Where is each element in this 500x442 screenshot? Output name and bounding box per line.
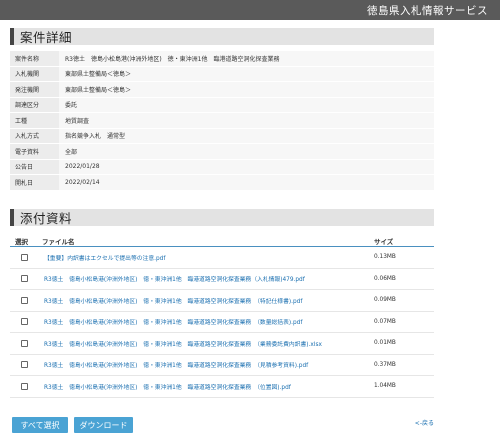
file-link[interactable]: R3徳土 徳島小松島港(沖洲外地区) 徳・東沖洲1他 臨港道路空洞化探査業務 （… bbox=[30, 382, 372, 391]
detail-label: 発注機関 bbox=[10, 82, 59, 97]
file-checkbox[interactable] bbox=[20, 296, 28, 304]
file-link[interactable]: R3徳土 徳島小松島港(沖洲外地区) 徳・東沖洲1他 臨港道路空洞化探査業務（入… bbox=[30, 274, 372, 283]
detail-row: 公告日 2022/01/28 bbox=[10, 159, 434, 175]
section-marker bbox=[10, 209, 14, 226]
header-select: 選択 bbox=[15, 237, 28, 246]
file-checkbox[interactable] bbox=[20, 253, 28, 261]
detail-label: 案件名称 bbox=[10, 51, 59, 66]
back-link[interactable]: <-戻る bbox=[415, 418, 434, 427]
file-size: 0.13MB bbox=[374, 254, 396, 261]
download-button[interactable]: ダウンロード bbox=[74, 417, 133, 433]
file-size: 0.37MB bbox=[374, 361, 396, 368]
file-link[interactable]: R3徳土 徳島小松島港(沖洲外地区) 徳・東沖洲1他 臨港道路空洞化探査業務 （… bbox=[30, 360, 372, 369]
detail-section-title: 案件詳細 bbox=[20, 30, 73, 45]
detail-row: 電子資料 全部 bbox=[10, 144, 434, 160]
detail-value: 委託 bbox=[59, 97, 434, 112]
file-checkbox[interactable] bbox=[20, 382, 28, 390]
detail-value: 2022/01/28 bbox=[59, 159, 434, 174]
detail-label: 公告日 bbox=[10, 159, 59, 174]
detail-row: 案件名称 R3徳土 徳島小松島港(沖洲外地区) 徳・東沖洲1他 臨港道路空洞化探… bbox=[10, 51, 434, 67]
detail-row: 入札機関 東部県土整備局＜徳島＞ bbox=[10, 66, 434, 82]
file-row: R3徳土 徳島小松島港(沖洲外地区) 徳・東沖洲1他 臨港道路空洞化探査業務 （… bbox=[10, 333, 434, 355]
file-link[interactable]: 【重要】内訳書はエクセルで提出等の注意.pdf bbox=[30, 253, 372, 262]
select-all-button[interactable]: すべて選択 bbox=[12, 417, 68, 433]
detail-table: 案件名称 R3徳土 徳島小松島港(沖洲外地区) 徳・東沖洲1他 臨港道路空洞化探… bbox=[10, 51, 434, 191]
file-size: 0.01MB bbox=[374, 340, 396, 347]
file-checkbox[interactable] bbox=[20, 361, 28, 369]
file-row: R3徳土 徳島小松島港(沖洲外地区) 徳・東沖洲1他 臨港道路空洞化探査業務 （… bbox=[10, 355, 434, 376]
top-bar: 徳島県入札情報サービス bbox=[0, 0, 500, 20]
file-link[interactable]: R3徳土 徳島小松島港(沖洲外地区) 徳・東沖洲1他 臨港道路空洞化探査業務 （… bbox=[30, 339, 372, 348]
file-size: 1.04MB bbox=[374, 383, 396, 390]
detail-row: 調達区分 委託 bbox=[10, 97, 434, 113]
file-checkbox[interactable] bbox=[20, 339, 28, 347]
file-row: R3徳土 徳島小松島港(沖洲外地区) 徳・東沖洲1他 臨港道路空洞化探査業務 （… bbox=[10, 290, 434, 312]
site-title: 徳島県入札情報サービス bbox=[367, 5, 488, 17]
attachments-section-title: 添付資料 bbox=[20, 211, 73, 226]
detail-row: 発注機関 東部県土整備局＜徳島＞ bbox=[10, 82, 434, 98]
header-filename: ファイル名 bbox=[42, 237, 75, 246]
detail-value: 2022/02/14 bbox=[59, 175, 434, 190]
detail-value: R3徳土 徳島小松島港(沖洲外地区) 徳・東沖洲1他 臨港道路空洞化探査業務 bbox=[59, 51, 434, 66]
file-link[interactable]: R3徳土 徳島小松島港(沖洲外地区) 徳・東沖洲1他 臨港道路空洞化探査業務 （… bbox=[30, 296, 372, 305]
detail-label: 工種 bbox=[10, 113, 59, 128]
detail-label: 開札日 bbox=[10, 175, 59, 190]
file-row: R3徳土 徳島小松島港(沖洲外地区) 徳・東沖洲1他 臨港道路空洞化探査業務（入… bbox=[10, 269, 434, 290]
file-row: R3徳土 徳島小松島港(沖洲外地区) 徳・東沖洲1他 臨港道路空洞化探査業務 （… bbox=[10, 312, 434, 333]
detail-value: 東部県土整備局＜徳島＞ bbox=[59, 82, 434, 97]
file-row: R3徳土 徳島小松島港(沖洲外地区) 徳・東沖洲1他 臨港道路空洞化探査業務 （… bbox=[10, 376, 434, 398]
table-header: 選択 ファイル名 サイズ bbox=[10, 235, 434, 247]
section-marker bbox=[10, 28, 14, 45]
file-checkbox[interactable] bbox=[20, 275, 28, 283]
detail-row: 工種 地質調査 bbox=[10, 113, 434, 129]
detail-label: 調達区分 bbox=[10, 97, 59, 112]
attachments-section-header: 添付資料 bbox=[10, 209, 434, 226]
detail-value: 東部県土整備局＜徳島＞ bbox=[59, 66, 434, 81]
header-size: サイズ bbox=[374, 237, 394, 246]
file-size: 0.09MB bbox=[374, 297, 396, 304]
detail-value: 全部 bbox=[59, 144, 434, 159]
detail-value: 地質調査 bbox=[59, 113, 434, 128]
detail-value: 指名競争入札 通常型 bbox=[59, 128, 434, 143]
detail-label: 電子資料 bbox=[10, 144, 59, 159]
detail-label: 入札方式 bbox=[10, 128, 59, 143]
detail-label: 入札機関 bbox=[10, 66, 59, 81]
file-size: 0.07MB bbox=[374, 318, 396, 325]
file-link[interactable]: R3徳土 徳島小松島港(沖洲外地区) 徳・東沖洲1他 臨港道路空洞化探査業務 （… bbox=[30, 317, 372, 326]
detail-section-header: 案件詳細 bbox=[10, 28, 434, 45]
detail-row: 入札方式 指名競争入札 通常型 bbox=[10, 128, 434, 144]
attachments-table: 選択 ファイル名 サイズ 【重要】内訳書はエクセルで提出等の注意.pdf 0.1… bbox=[10, 235, 434, 398]
file-checkbox[interactable] bbox=[20, 318, 28, 326]
file-row: 【重要】内訳書はエクセルで提出等の注意.pdf 0.13MB bbox=[10, 247, 434, 269]
detail-row: 開札日 2022/02/14 bbox=[10, 175, 434, 191]
file-size: 0.06MB bbox=[374, 275, 396, 282]
